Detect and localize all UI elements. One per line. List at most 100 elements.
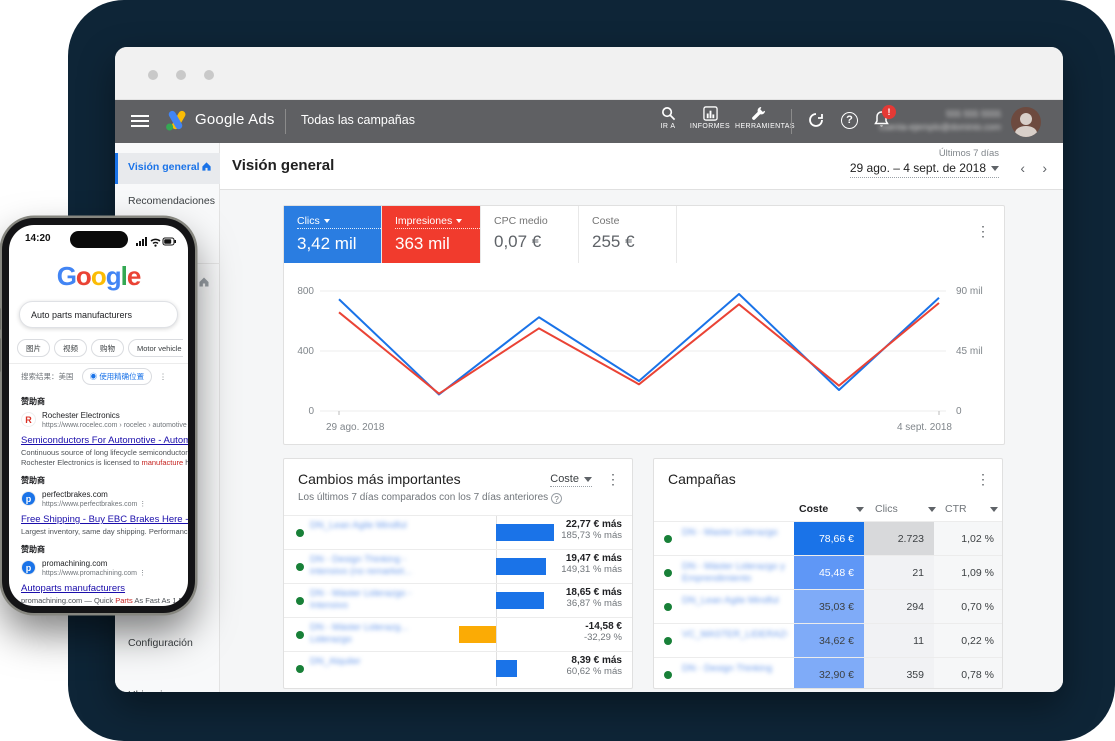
column-header-clics[interactable]: Clics [875,503,936,515]
search-icon [661,106,676,121]
result-url: https://www.promachining.com ⋮ [42,569,146,577]
reports-button[interactable]: INFORMES [687,106,733,130]
search-chip[interactable]: Motor vehicle [128,339,183,357]
campaign-row[interactable]: DN - Máster Liderazgo y Emprendimiento45… [654,555,1002,589]
kebab-menu-icon[interactable]: ⋮ [976,472,990,486]
wifi-icon [151,239,160,246]
kebab-menu-icon[interactable]: ⋮ [159,372,167,381]
refresh-icon[interactable] [807,111,825,134]
sidebar-item-configuracion[interactable]: Configuración [115,629,220,658]
result-description: Rochester Electronics is licensed to man… [21,458,188,468]
cell-ctr: 0,22 % [934,624,1003,658]
battery-icon [163,238,176,245]
goto-button[interactable]: IR A [645,106,691,130]
cell-ctr: 0,70 % [934,590,1003,624]
change-row[interactable]: DN_Alquiler8,39 € más60,62 % más [284,651,632,685]
sponsored-label: 赞助商 [21,396,188,407]
x-axis-label-start: 29 ago. 2018 [326,422,385,433]
search-input[interactable]: Auto parts manufacturers [19,301,178,328]
campaign-name[interactable]: DN - Máster Liderazgo - Intensivo [310,588,432,612]
y-axis-right-tick: 0 [956,406,962,417]
kebab-menu-icon[interactable]: ⋮ [976,224,990,238]
result-header: pperfectbrakes.comhttps://www.perfectbra… [21,490,188,512]
campaign-name[interactable]: DN - Design Thinking - intensivo (no rem… [310,554,432,578]
sponsored-label: 赞助商 [21,544,188,555]
account-info[interactable]: 555 555 5555 cuenta-ejemplo@dominio.com [879,108,1001,134]
metric-selector[interactable]: Coste [550,473,592,487]
change-bar [459,626,496,643]
metric-card-coste[interactable]: Coste 255 € [579,206,677,263]
campaign-name[interactable]: DN - Design Thinking [682,663,787,675]
panel-title: Campañas [668,471,736,487]
campaign-name[interactable]: DN - Máster Liderazgo y Emprendimiento [682,561,787,585]
help-icon[interactable]: ? [551,493,562,504]
status-time: 14:20 [25,233,51,244]
campaign-row[interactable]: DN_Lean Agile Mindful35,03 €2940,70 % [654,589,1002,623]
search-chip[interactable]: 购物 [91,339,124,357]
dynamic-island [70,231,128,248]
result-title-link[interactable]: Autoparts manufacturers [21,583,188,594]
campaign-name[interactable]: DN_Lean Agile Mindful [682,595,787,607]
metric-card-cpc[interactable]: CPC medio 0,07 € [481,206,579,263]
change-row[interactable]: DN_Lean Agile Mindful22,77 € más185,73 %… [284,515,632,549]
topbar: Google Ads Todas las campañas IR A INFOR… [115,100,1063,143]
campaign-name[interactable]: VC_MASTER_LIDERAZGO [682,629,787,641]
campaign-name[interactable]: DN - Máster Liderazg... Liderazgo [310,622,432,646]
search-chips: 图片视频购物Motor vehicle新闻地图 [17,338,183,358]
window-control-dot[interactable] [148,70,158,80]
location-row: 搜索结果：美国 ◉ 使用精确位置 ⋮ [21,368,167,385]
help-icon[interactable]: ? [841,112,858,129]
cell-coste: 78,66 € [794,522,864,556]
wrench-icon [751,106,766,121]
campaign-scope-label[interactable]: Todas las campañas [301,113,415,127]
column-header-ctr[interactable]: CTR [945,503,998,515]
result-description: promachining.com — Quick Parts As Fast A… [21,596,188,606]
status-dot [296,597,304,605]
campaign-name[interactable]: DN_Alquiler [310,656,432,668]
campaign-row[interactable]: VC_MASTER_LIDERAZGO34,62 €110,22 % [654,623,1002,657]
window-control-dot[interactable] [204,70,214,80]
date-range-picker[interactable]: Últimos 7 días 29 ago. – 4 sept. de 2018 [850,148,999,177]
topbar-divider [285,109,286,134]
cell-ctr: 1,09 % [934,556,1003,590]
chevron-down-icon [991,166,999,171]
metric-card-impresiones[interactable]: Impresiones 363 mil [382,206,481,263]
search-chip[interactable]: 视频 [54,339,87,357]
kebab-menu-icon[interactable]: ⋮ [606,472,620,486]
change-row[interactable]: DN - Máster Liderazg... Liderazgo-14,58 … [284,617,632,651]
tools-button[interactable]: HERRAMIENTAS [735,106,781,130]
campaign-name[interactable]: DN_Lean Agile Mindful [310,520,432,532]
performance-line-chart: 0040045 mil80090 mil29 ago. 20184 sept. … [284,263,1004,445]
chevron-down-icon [456,219,462,223]
status-dot [664,671,672,679]
change-row[interactable]: DN - Máster Liderazgo - Intensivo18,65 €… [284,583,632,617]
change-row[interactable]: DN - Design Thinking - intensivo (no rem… [284,549,632,583]
result-header: RRochester Electronicshttps://www.rocele… [21,411,188,433]
campaign-name[interactable]: DN - Master Liderazgo [682,527,787,539]
column-header-coste[interactable]: Coste [799,503,864,515]
menu-icon[interactable] [131,115,149,128]
search-chip[interactable]: 图片 [17,339,50,357]
sidebar-item-ubicaciones[interactable]: Ubicaciones [115,681,220,692]
sidebar-item-recomendaciones[interactable]: Recomendaciones [115,187,220,216]
home-icon[interactable] [198,275,210,293]
date-prev-icon[interactable]: ‹ [1020,160,1025,176]
campaign-row[interactable]: DN - Design Thinking32,90 €3590,78 % [654,657,1002,689]
page-header: Visión general Últimos 7 días 29 ago. – … [220,143,1063,190]
avatar[interactable] [1011,107,1041,137]
google-logo: Google [9,261,188,292]
date-next-icon[interactable]: › [1042,160,1047,176]
metric-card-clics[interactable]: Clics 3,42 mil [284,206,382,263]
window-control-dot[interactable] [176,70,186,80]
sidebar-item-vision-general[interactable]: Visión general [115,153,220,184]
result-title-link[interactable]: Free Shipping - Buy EBC Brakes Here - Ye… [21,514,188,525]
phone-volume-button [0,338,1,372]
change-bar-zone [432,516,560,550]
favicon: p [21,560,36,575]
cell-coste: 34,62 € [794,624,864,658]
campaign-row[interactable]: DN - Master Liderazgo78,66 €2.7231,02 % [654,521,1002,555]
use-precise-location-button[interactable]: ◉ 使用精确位置 [82,368,153,385]
cell-ctr: 1,02 % [934,522,1003,556]
result-title-link[interactable]: Semiconductors For Automotive - Automoti… [21,435,188,446]
change-bar-zone [432,550,560,584]
